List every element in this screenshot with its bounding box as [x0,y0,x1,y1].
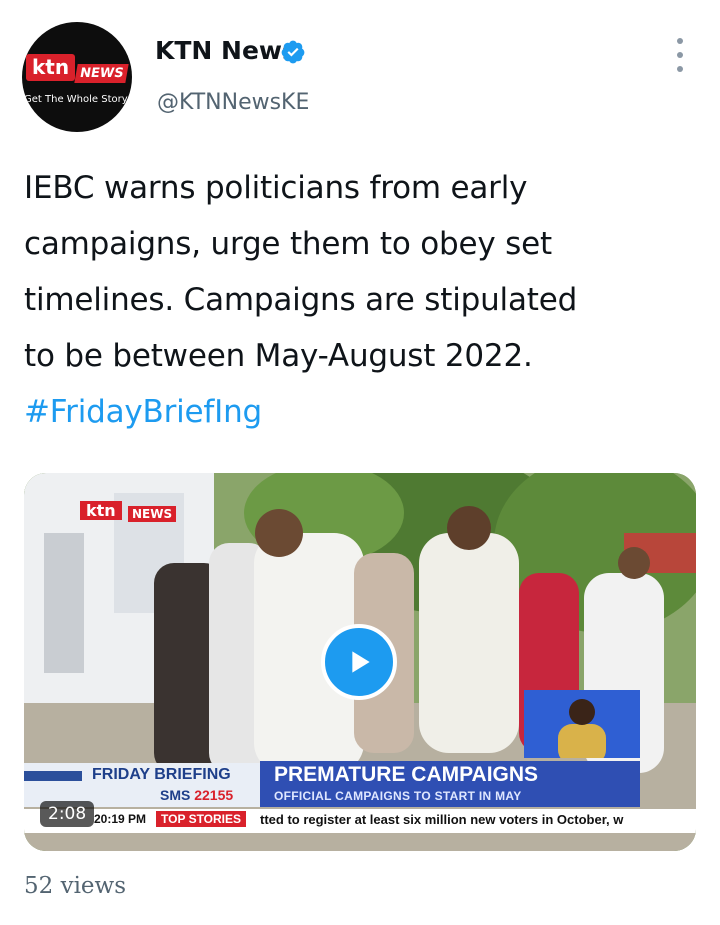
ticker-label: TOP STORIES [156,811,247,827]
ticker-time: 20:19 PM [94,812,147,826]
more-dot [677,38,683,44]
avatar-logo-ktn: ktn [26,54,76,81]
news-ticker: 20:19 PM TOP STORIES tted to register at… [24,809,696,833]
tweet-line: to be between May-August 2022. [24,338,533,374]
sms-line: SMS 22155 [160,787,234,803]
hashtag-link[interactable]: #FridayBriefIng [24,384,694,440]
view-count: 52 views [24,873,127,899]
more-dot [677,66,683,72]
verified-badge-icon [281,40,305,64]
video-duration: 2:08 [40,801,95,827]
avatar-logo-news: NEWS [74,64,130,83]
subheadline: OFFICIAL CAMPAIGNS TO START IN MAY [274,789,522,803]
avatar[interactable]: ktn NEWS Get The Whole Story [22,22,132,132]
play-button[interactable] [321,624,397,700]
avatar-tagline: Get The Whole Story [24,94,128,105]
video-player[interactable]: ktn NEWS FRIDAY BRIEFING SMS 22155 PREMA… [24,473,696,851]
more-dot [677,52,683,58]
lower-third-headline: PREMATURE CAMPAIGNS OFFICIAL CAMPAIGNS T… [260,761,640,807]
tweet-line: IEBC warns politicians from early [24,170,528,206]
more-options-icon[interactable] [668,38,692,72]
author-handle[interactable]: @KTNNewsKE [157,90,309,115]
headline: PREMATURE CAMPAIGNS [274,763,539,786]
ticker-text: tted to register at least six million ne… [260,812,624,827]
author-display-name[interactable]: KTN News [155,36,297,65]
channel-logo-ktn: ktn [80,501,122,520]
play-icon [352,651,370,673]
sign-language-inset [524,690,640,758]
tweet-line: campaigns, urge them to obey set [24,226,552,262]
tweet-line: timelines. Campaigns are stipulated [24,282,578,318]
tweet-text: IEBC warns politicians from early campai… [24,160,694,440]
channel-logo-news: NEWS [128,506,177,522]
show-name: FRIDAY BRIEFING [92,766,231,783]
